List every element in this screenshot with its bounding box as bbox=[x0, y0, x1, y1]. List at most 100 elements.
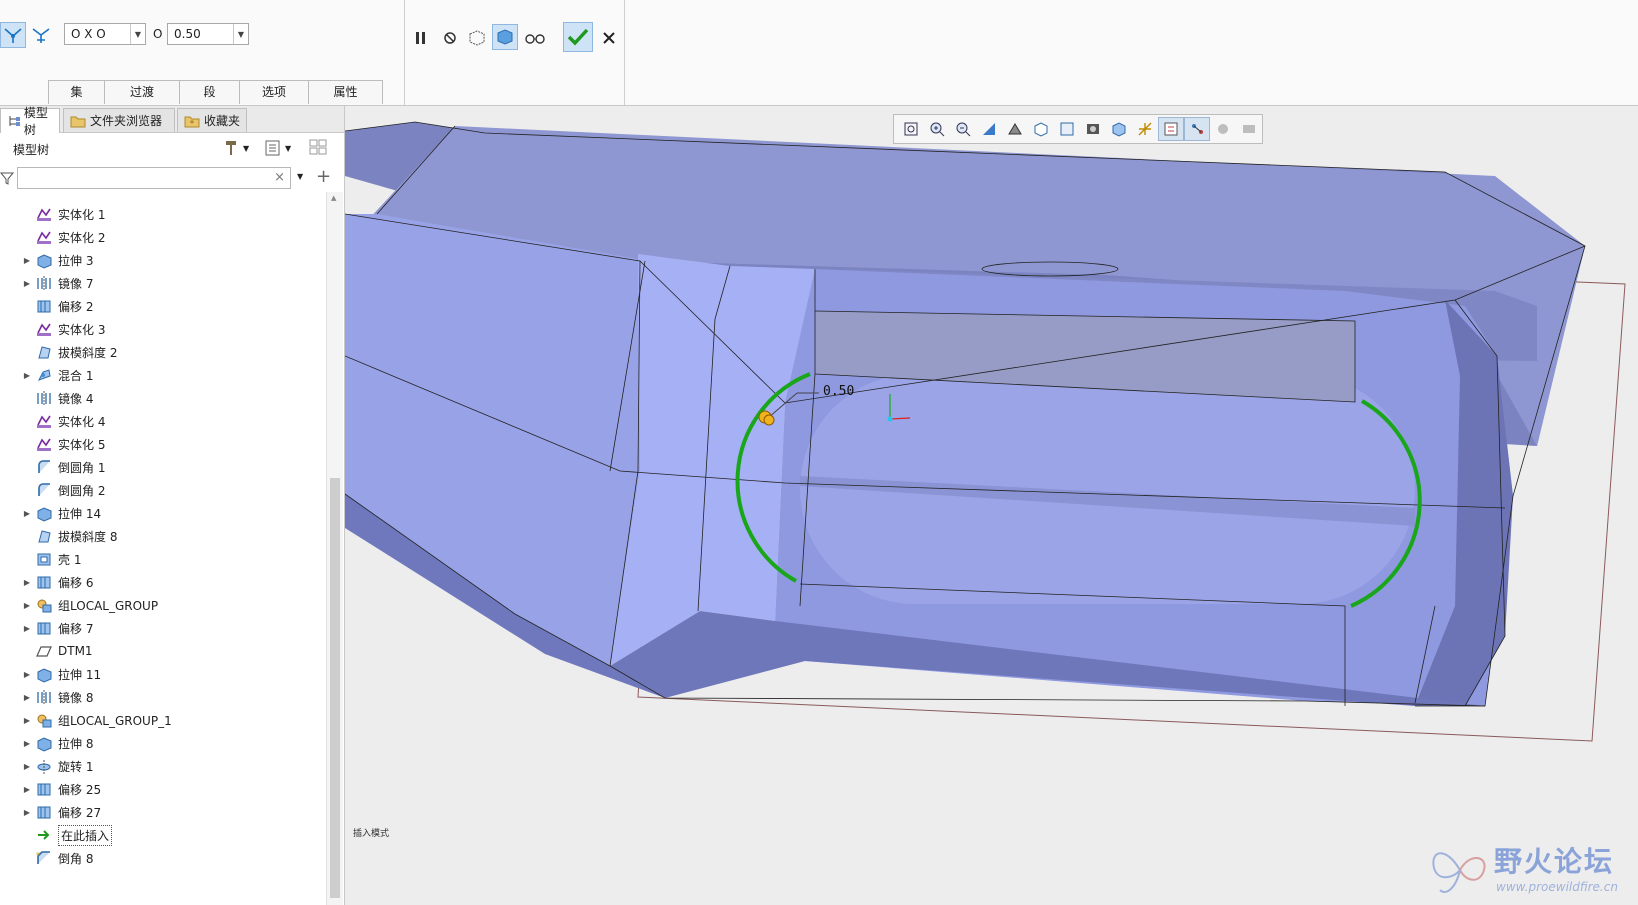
offset-icon bbox=[37, 806, 51, 818]
tree-item[interactable]: * 倒角 8 bbox=[0, 846, 324, 870]
tree-item[interactable]: ▶ 偏移 25 bbox=[0, 777, 324, 801]
section-button[interactable] bbox=[1106, 117, 1132, 141]
tree-item[interactable]: ▶ 组LOCAL_GROUP bbox=[0, 593, 324, 617]
tree-item[interactable]: ▶ 组LOCAL_GROUP_1 bbox=[0, 708, 324, 732]
tree-item[interactable]: 壳 1 bbox=[0, 547, 324, 571]
tab-pieces[interactable]: 段 bbox=[179, 80, 240, 104]
tree-item[interactable]: 实体化 5 bbox=[0, 432, 324, 456]
saved-orientations-button[interactable] bbox=[1028, 117, 1054, 141]
expand-arrow-icon[interactable]: ▶ bbox=[22, 256, 32, 265]
refit-button[interactable] bbox=[898, 117, 924, 141]
tree-item[interactable]: 偏移 2 bbox=[0, 294, 324, 318]
saved-orientations-icon bbox=[1034, 122, 1048, 137]
expand-arrow-icon[interactable]: ▶ bbox=[22, 762, 32, 771]
tree-scrollbar-thumb[interactable] bbox=[330, 478, 340, 898]
graphics-viewport[interactable]: 0.50 bbox=[345, 106, 1638, 905]
tree-item[interactable]: 拔模斜度 2 bbox=[0, 340, 324, 364]
scroll-up-icon[interactable]: ▲ bbox=[331, 194, 336, 202]
tree-item[interactable]: ▶ 拉伸 8 bbox=[0, 731, 324, 755]
zoom-out-button[interactable] bbox=[950, 117, 976, 141]
tree-item[interactable]: ▶ 旋转 1 bbox=[0, 754, 324, 778]
tree-item[interactable]: ▶ 镜像 8 bbox=[0, 685, 324, 709]
ok-button[interactable] bbox=[563, 22, 593, 52]
tab-model-tree[interactable]: 模型树 bbox=[0, 106, 60, 137]
tree-filter-button[interactable] bbox=[308, 138, 330, 158]
pause-button[interactable] bbox=[408, 25, 434, 51]
tree-item[interactable]: ▶ 偏移 27 bbox=[0, 800, 324, 824]
tab-sets[interactable]: 集 bbox=[48, 80, 105, 104]
round-set-mode-button[interactable] bbox=[0, 22, 26, 48]
tree-item[interactable]: 实体化 1 bbox=[0, 202, 324, 226]
tree-item[interactable]: 拔模斜度 8 bbox=[0, 524, 324, 548]
tree-settings-button[interactable]: ▼ bbox=[222, 138, 254, 158]
tree-item[interactable]: ▶ 拉伸 11 bbox=[0, 662, 324, 686]
expand-arrow-icon[interactable]: ▶ bbox=[22, 693, 32, 702]
tree-item[interactable]: ▶ 拉伸 14 bbox=[0, 501, 324, 525]
tree-scrollbar[interactable]: ▲ bbox=[326, 192, 343, 905]
no-preview-button[interactable] bbox=[437, 25, 463, 51]
tree-search-input[interactable]: × bbox=[17, 167, 291, 189]
repaint-button[interactable] bbox=[976, 117, 1002, 141]
clear-icon[interactable]: × bbox=[274, 170, 285, 185]
tree-item[interactable]: ▶ 混合 1 bbox=[0, 363, 324, 387]
tree-item[interactable]: 在此插入 bbox=[0, 823, 324, 847]
spin-center-button[interactable] bbox=[1158, 117, 1184, 141]
add-icon[interactable]: + bbox=[316, 166, 331, 187]
repaint-icon bbox=[983, 123, 995, 135]
expand-arrow-icon[interactable]: ▶ bbox=[22, 785, 32, 794]
cancel-button[interactable] bbox=[596, 25, 622, 51]
tree-item[interactable]: DTM1 bbox=[0, 639, 324, 663]
tab-transitions[interactable]: 过渡 bbox=[104, 80, 180, 104]
tree-item[interactable]: 实体化 3 bbox=[0, 317, 324, 341]
glasses-preview-button[interactable] bbox=[522, 25, 548, 51]
tab-folder-browser[interactable]: 文件夹浏览器 bbox=[63, 108, 175, 132]
expand-arrow-icon[interactable]: ▶ bbox=[22, 578, 32, 587]
model-render[interactable] bbox=[345, 106, 1638, 905]
tree-show-button[interactable]: ▼ bbox=[264, 138, 298, 158]
tree-item[interactable]: 倒圆角 1 bbox=[0, 455, 324, 479]
transition-mode-button[interactable] bbox=[28, 22, 54, 48]
tree-item[interactable]: 镜像 4 bbox=[0, 386, 324, 410]
tree-item[interactable]: 实体化 4 bbox=[0, 409, 324, 433]
expand-arrow-icon[interactable]: ▶ bbox=[22, 716, 32, 725]
radius-value-field[interactable]: 0.50 ▼ bbox=[167, 23, 249, 45]
tab-properties[interactable]: 属性 bbox=[308, 80, 383, 104]
dot-button[interactable] bbox=[1210, 117, 1236, 141]
tree-item-label: 混合 1 bbox=[58, 368, 94, 383]
tree-item[interactable]: ▶ 拉伸 3 bbox=[0, 248, 324, 272]
tools-icon bbox=[226, 141, 236, 155]
tree-item-label: 在此插入 bbox=[58, 824, 113, 846]
view-manager-button[interactable] bbox=[1054, 117, 1080, 141]
expand-arrow-icon[interactable]: ▶ bbox=[22, 279, 32, 288]
tree-item[interactable]: ▶ 偏移 7 bbox=[0, 616, 324, 640]
expand-arrow-icon[interactable]: ▶ bbox=[22, 624, 32, 633]
camera-button[interactable] bbox=[1236, 117, 1262, 141]
tree-item[interactable]: 实体化 2 bbox=[0, 225, 324, 249]
verify-mode-button[interactable] bbox=[492, 24, 518, 50]
svg-text:*: * bbox=[36, 851, 40, 860]
no-preview-icon bbox=[444, 32, 456, 44]
folder-browser-icon bbox=[70, 116, 86, 127]
tab-options[interactable]: 选项 bbox=[239, 80, 309, 104]
perspective-button[interactable] bbox=[1080, 117, 1106, 141]
chamfer-icon: * bbox=[36, 851, 50, 864]
annotation-display-button[interactable] bbox=[1184, 117, 1210, 141]
expand-arrow-icon[interactable]: ▶ bbox=[22, 601, 32, 610]
expand-arrow-icon[interactable]: ▶ bbox=[22, 808, 32, 817]
tree-item[interactable]: 倒圆角 2 bbox=[0, 478, 324, 502]
tree-item[interactable]: ▶ 镜像 7 bbox=[0, 271, 324, 295]
preview-geometry-button[interactable] bbox=[464, 25, 490, 51]
expand-arrow-icon[interactable]: ▶ bbox=[22, 739, 32, 748]
display-style-button[interactable] bbox=[1002, 117, 1028, 141]
expand-arrow-icon[interactable]: ▶ bbox=[22, 509, 32, 518]
expand-arrow-icon[interactable]: ▶ bbox=[22, 371, 32, 380]
chevron-down-icon[interactable]: ▼ bbox=[297, 172, 303, 181]
measure-type-dropdown[interactable]: O X O ▼ bbox=[64, 23, 146, 45]
radius-dimension-label[interactable]: 0.50 bbox=[823, 384, 854, 399]
tree-item[interactable]: ▶ 偏移 6 bbox=[0, 570, 324, 594]
tree-item-label: 镜像 8 bbox=[58, 690, 94, 705]
datum-display-button[interactable] bbox=[1132, 117, 1158, 141]
tab-favorites[interactable]: * 收藏夹 bbox=[177, 108, 247, 132]
zoom-in-button[interactable] bbox=[924, 117, 950, 141]
expand-arrow-icon[interactable]: ▶ bbox=[22, 670, 32, 679]
